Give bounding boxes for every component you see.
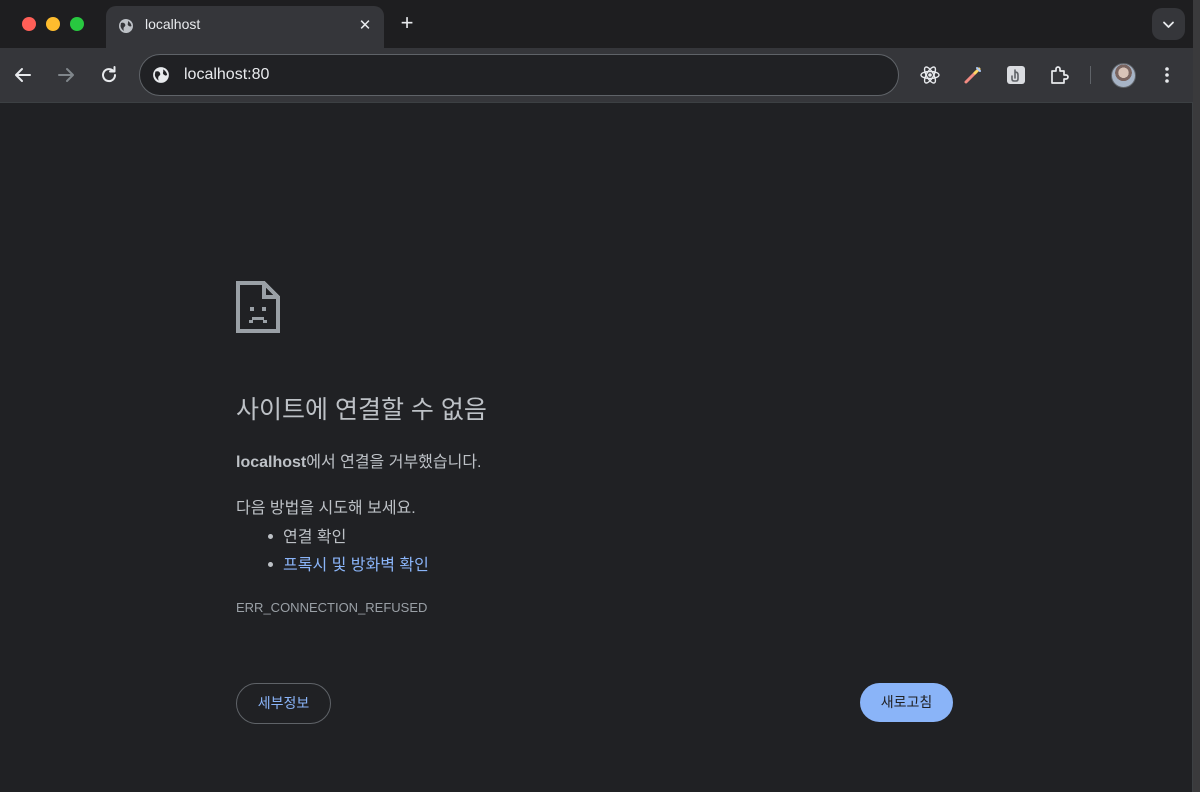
proxy-firewall-link[interactable]: 프록시 및 방화벽 확인 [283,557,429,574]
site-info-globe-icon[interactable] [152,66,170,84]
react-devtools-icon[interactable] [918,63,942,87]
error-description-text: 에서 연결을 거부했습니다. [306,454,482,471]
new-tab-button[interactable]: + [394,11,420,37]
reload-button[interactable] [97,63,121,87]
suggestions-heading: 다음 방법을 시도해 보세요. [236,500,416,517]
arrow-right-icon [58,68,74,82]
toolbar-divider [1090,66,1091,84]
sad-document-icon [236,281,280,333]
globe-icon [118,18,134,34]
error-description: localhost에서 연결을 거부했습니다. [236,448,482,472]
url-text[interactable]: localhost:80 [184,66,269,84]
tab-strip: localhost ✕ + [0,0,1193,48]
more-vert-icon[interactable] [1155,63,1179,87]
bullet-icon [268,533,273,539]
window-zoom-button[interactable] [70,17,84,31]
chevron-down-icon [1163,21,1174,28]
address-bar[interactable]: localhost:80 [139,54,899,96]
window-minimize-button[interactable] [46,17,60,31]
toolbar: localhost:80 [0,48,1193,103]
bullet-icon [268,561,273,567]
color-picker-icon[interactable] [961,63,985,87]
error-code: ERR_CONNECTION_REFUSED [236,600,428,615]
window-edge [1193,0,1200,792]
details-button[interactable]: 세부정보 [236,683,331,724]
reload-icon [102,66,117,83]
back-button[interactable] [11,63,35,87]
window-close-button[interactable] [22,17,36,31]
forward-button[interactable] [54,63,78,87]
reload-page-button[interactable]: 새로고침 [860,683,953,722]
error-title: 사이트에 연결할 수 없음 [236,396,487,424]
suggestion-check-proxy-firewall: 프록시 및 방화벽 확인 [268,551,429,575]
profile-avatar[interactable] [1111,63,1136,88]
error-host: localhost [236,454,307,471]
screenshot-extension-icon[interactable] [1004,63,1028,87]
suggestion-check-connection: 연결 확인 [268,523,346,547]
puzzle-icon[interactable] [1047,63,1071,87]
browser-window: localhost ✕ + localhost:80 사이트에 연결할 수 없음… [0,0,1193,792]
arrow-left-icon [15,68,31,82]
tab-search-button[interactable] [1152,8,1185,40]
tab-title: localhost [145,16,201,32]
suggestion-label: 연결 확인 [283,529,347,546]
tab-localhost[interactable]: localhost ✕ [106,6,384,48]
tab-close-icon[interactable]: ✕ [354,15,376,37]
